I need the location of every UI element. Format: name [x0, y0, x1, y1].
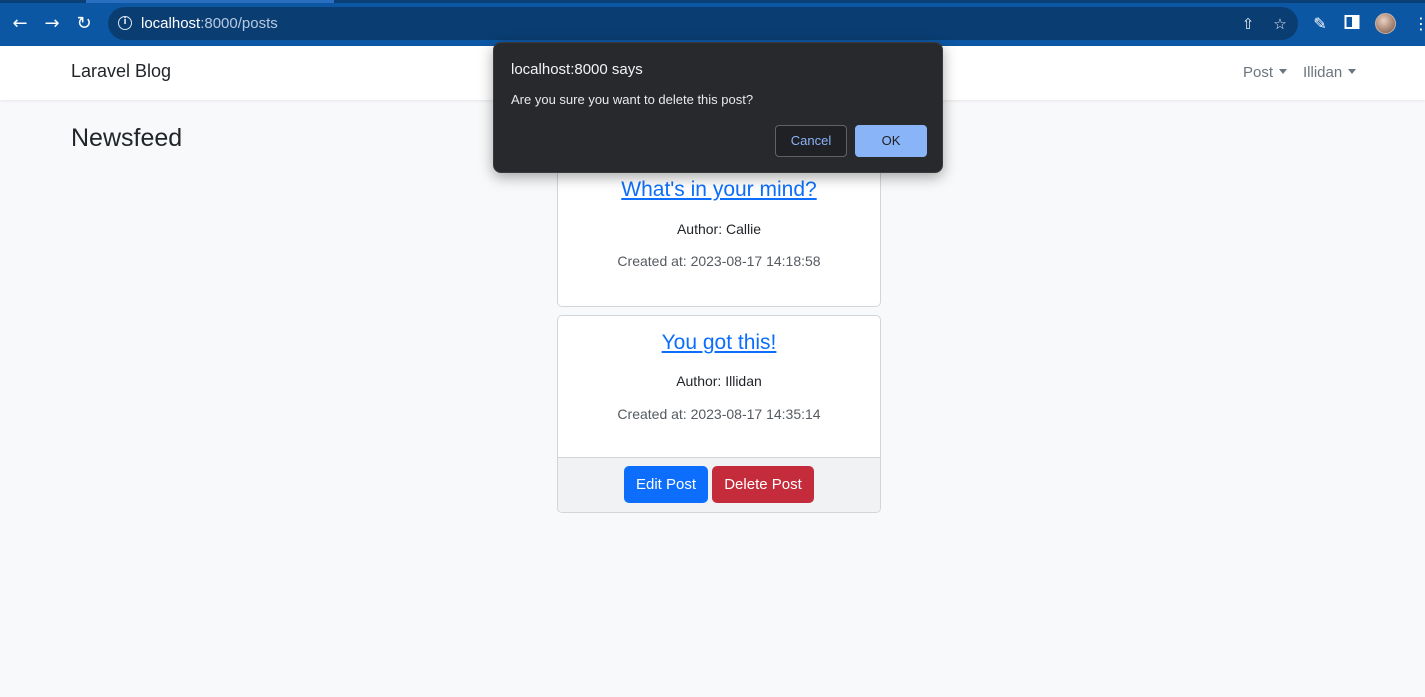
forward-arrow-icon[interactable]: →: [40, 12, 64, 36]
active-tab-edge[interactable]: [86, 0, 334, 3]
sidebar-icon-glyph: [1344, 15, 1360, 29]
post-title-link[interactable]: You got this!: [558, 331, 880, 355]
cancel-button[interactable]: Cancel: [775, 125, 847, 157]
user-menu-label: Illidan: [1303, 64, 1343, 81]
post-menu-dropdown[interactable]: Post: [1243, 64, 1288, 81]
post-author: Author: Illidan: [676, 373, 762, 389]
info-icon[interactable]: i: [118, 16, 132, 30]
post-title-link[interactable]: What's in your mind?: [558, 178, 880, 202]
address-bar[interactable]: i localhost:8000/posts ⇧ ☆: [108, 7, 1298, 40]
sidebar-icon[interactable]: [1342, 14, 1362, 34]
brand-link[interactable]: Laravel Blog: [71, 61, 171, 82]
profile-avatar[interactable]: [1375, 13, 1396, 34]
post-card: You got this! Author: Illidan Created at…: [557, 315, 881, 513]
url-host: localhost: [141, 15, 201, 32]
confirm-dialog: localhost:8000 says Are you sure you wan…: [493, 42, 943, 173]
dialog-message: Are you sure you want to delete this pos…: [511, 92, 754, 107]
extensions-icon[interactable]: ✎: [1310, 14, 1330, 34]
post-created-at: Created at: 2023-08-17 14:18:58: [617, 253, 821, 269]
edit-post-button[interactable]: Edit Post: [624, 466, 708, 503]
user-menu-dropdown[interactable]: Illidan: [1303, 64, 1357, 81]
url-text[interactable]: localhost:8000/posts: [141, 15, 278, 32]
post-menu-label: Post: [1243, 64, 1274, 81]
back-arrow-icon[interactable]: ←: [8, 12, 32, 36]
page-title: Newsfeed: [71, 124, 183, 152]
post-created-at: Created at: 2023-08-17 14:35:14: [617, 406, 821, 422]
caret-down-icon: [1348, 69, 1357, 74]
ok-button[interactable]: OK: [855, 125, 927, 157]
menu-icon[interactable]: ⋮: [1413, 14, 1425, 34]
post-author: Author: Callie: [676, 221, 762, 237]
star-icon[interactable]: ☆: [1271, 15, 1289, 33]
browser-toolbar: ← → ↻ i localhost:8000/posts ⇧ ☆ ✎ ⋮: [0, 0, 1425, 46]
tab-strip-edge: [0, 0, 1425, 3]
dialog-title: localhost:8000 says: [511, 61, 643, 78]
post-card-footer: Edit Post Delete Post: [558, 457, 880, 512]
post-card: What's in your mind? Author: Callie Crea…: [557, 163, 881, 307]
reload-icon[interactable]: ↻: [72, 12, 96, 36]
caret-down-icon: [1279, 69, 1288, 74]
share-icon[interactable]: ⇧: [1239, 15, 1257, 33]
delete-post-button[interactable]: Delete Post: [712, 466, 814, 503]
url-path: :8000/posts: [200, 15, 278, 32]
